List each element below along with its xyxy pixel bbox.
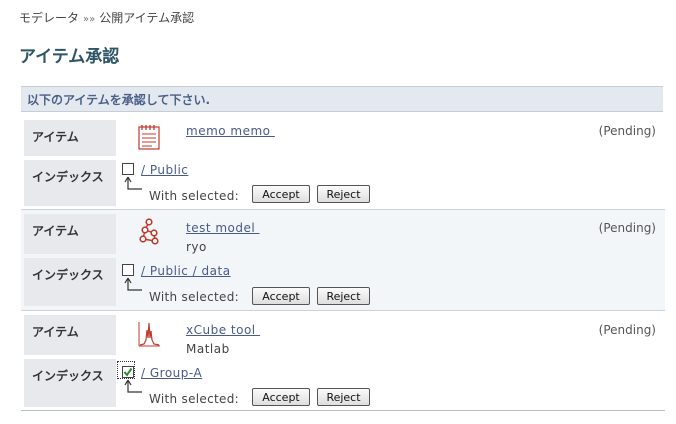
arrow-icon <box>122 175 144 195</box>
item-label: アイテム <box>24 214 116 254</box>
status-text: (Pending) <box>598 221 656 235</box>
index-checkbox[interactable] <box>122 264 134 276</box>
tool-icon <box>136 320 162 348</box>
page-title: アイテム承認 <box>19 47 120 67</box>
item-block: アイテム インデックス xCube tool Matlab (Pending) … <box>21 310 665 411</box>
breadcrumb-current: 公開アイテム承認 <box>99 11 195 25</box>
reject-button[interactable]: Reject <box>317 185 370 203</box>
index-label: インデックス <box>24 258 116 306</box>
item-name-link[interactable]: test model <box>186 221 260 235</box>
breadcrumb-separator: »» <box>83 14 96 25</box>
with-selected-label: With selected: <box>149 392 239 406</box>
item-label: アイテム <box>24 315 116 355</box>
breadcrumb-parent[interactable]: モデレータ <box>19 11 79 25</box>
memo-icon <box>136 123 162 151</box>
status-text: (Pending) <box>598 124 656 138</box>
index-label: インデックス <box>24 359 116 407</box>
item-label: アイテム <box>24 120 116 156</box>
index-checkbox[interactable] <box>122 163 134 175</box>
arrow-icon <box>122 378 144 398</box>
index-label: インデックス <box>24 160 116 206</box>
item-name-link[interactable]: memo memo <box>186 124 275 138</box>
accept-button[interactable]: Accept <box>252 388 310 406</box>
arrow-icon <box>122 276 144 296</box>
with-selected-label: With selected: <box>149 189 239 203</box>
index-checkbox-checked[interactable] <box>122 366 134 378</box>
index-link[interactable]: / Public / data <box>141 264 231 278</box>
accept-button[interactable]: Accept <box>252 287 310 305</box>
item-owner: Matlab <box>186 342 230 356</box>
reject-button[interactable]: Reject <box>317 388 370 406</box>
accept-button[interactable]: Accept <box>252 185 310 203</box>
item-block: アイテム インデックス test model ryo (Pending) / P… <box>21 209 665 310</box>
index-link[interactable]: / Group-A <box>141 366 202 380</box>
item-owner: ryo <box>186 240 207 254</box>
with-selected-label: With selected: <box>149 290 239 304</box>
item-name-link[interactable]: xCube tool <box>186 323 260 337</box>
reject-button[interactable]: Reject <box>317 287 370 305</box>
breadcrumb: モデレータ »» 公開アイテム承認 <box>19 9 194 26</box>
item-block: アイテム インデックス memo memo (Pending) / Public… <box>21 117 665 209</box>
status-text: (Pending) <box>598 323 656 337</box>
model-icon <box>136 217 162 245</box>
notice-bar: 以下のアイテムを承認して下さい. <box>21 86 663 112</box>
index-link[interactable]: / Public <box>141 163 188 177</box>
